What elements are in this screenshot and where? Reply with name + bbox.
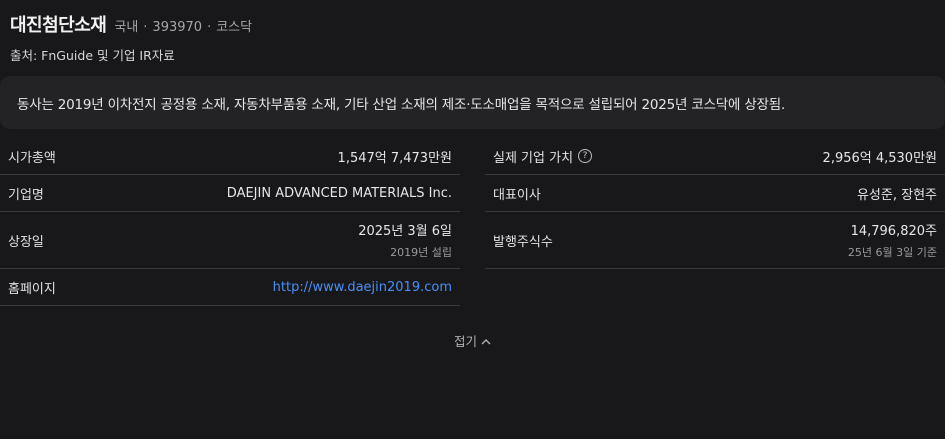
homepage-label: 홈페이지 bbox=[8, 281, 56, 297]
company-name-title: 대진첨단소재 bbox=[10, 15, 107, 36]
chevron-up-icon bbox=[481, 333, 491, 348]
enterprise-value-label-group: 실제 기업 가치 ? bbox=[493, 147, 593, 166]
company-info-panel: 대진첨단소재 국내 · 393970 · 코스닥 출처: FnGuide 및 기업 IR… bbox=[0, 0, 945, 439]
company-header: 대진첨단소재 국내 · 393970 · 코스닥 출처: FnGuide 및 기업 IR… bbox=[10, 11, 252, 64]
shares-value-group: 14,796,820주 25년 6월 3일 기준 bbox=[848, 220, 937, 260]
collapse-button[interactable]: 접기 bbox=[454, 331, 491, 350]
founded-year: 2019년 설립 bbox=[390, 246, 452, 259]
exchange-label: 코스닥 bbox=[216, 20, 253, 35]
market-cap-value: 1,547억 7,473만원 bbox=[337, 150, 452, 166]
separator-dot: · bbox=[143, 20, 148, 35]
question-circle-icon[interactable]: ? bbox=[578, 149, 593, 163]
ceo-label: 대표이사 bbox=[493, 187, 541, 203]
company-description: 동사는 2019년 이차전지 공정용 소재, 자동차부품용 소재, 기타 산업 … bbox=[17, 96, 786, 113]
shares-date-note: 25년 6월 3일 기준 bbox=[847, 246, 937, 259]
shares-label: 발행주식수 bbox=[493, 234, 553, 250]
info-column-left: 시가총액 1,547억 7,473만원 기업명 DAEJIN ADVANCED … bbox=[0, 138, 460, 306]
ceo-value: 유성준, 장현주 bbox=[856, 187, 937, 203]
market-cap-label: 시가총액 bbox=[8, 150, 56, 166]
listing-date-value: 2025년 3월 6일 bbox=[358, 224, 452, 239]
enterprise-value-value: 2,956억 4,530만원 bbox=[822, 150, 937, 166]
row-enterprise-value: 실제 기업 가치 ? 2,956억 4,530만원 bbox=[485, 138, 945, 175]
shares-value: 14,796,820주 bbox=[850, 224, 937, 239]
market-label: 국내 bbox=[114, 20, 139, 35]
listing-date-label: 상장일 bbox=[8, 234, 44, 250]
listing-date-value-group: 2025년 3월 6일 2019년 설립 bbox=[358, 220, 452, 260]
description-card: 동사는 2019년 이차전지 공정용 소재, 자동차부품용 소재, 기타 산업 … bbox=[0, 76, 945, 129]
info-column-right: 실제 기업 가치 ? 2,956억 4,530만원 대표이사 유성준, 장현주 … bbox=[485, 138, 945, 269]
source-text: 출처: FnGuide 및 기업 IR자료 bbox=[10, 48, 175, 63]
title-row: 대진첨단소재 국내 · 393970 · 코스닥 bbox=[10, 11, 252, 37]
row-homepage: 홈페이지 http://www.daejin2019.com bbox=[0, 269, 460, 306]
row-listing-date: 상장일 2025년 3월 6일 2019년 설립 bbox=[0, 212, 460, 269]
company-name-value: DAEJIN ADVANCED MATERIALS Inc. bbox=[226, 185, 452, 201]
company-meta: 국내 · 393970 · 코스닥 bbox=[114, 16, 252, 35]
collapse-label: 접기 bbox=[453, 334, 477, 349]
enterprise-value-label: 실제 기업 가치 bbox=[493, 150, 574, 166]
homepage-link[interactable]: http://www.daejin2019.com bbox=[273, 280, 452, 295]
row-market-cap: 시가총액 1,547억 7,473만원 bbox=[0, 138, 460, 175]
stock-code: 393970 bbox=[152, 20, 203, 35]
company-name-label: 기업명 bbox=[8, 187, 44, 203]
separator-dot: · bbox=[207, 20, 212, 35]
row-shares: 발행주식수 14,796,820주 25년 6월 3일 기준 bbox=[485, 212, 945, 269]
row-company-name: 기업명 DAEJIN ADVANCED MATERIALS Inc. bbox=[0, 175, 460, 212]
row-ceo: 대표이사 유성준, 장현주 bbox=[485, 175, 945, 212]
collapse-area: 접기 bbox=[0, 331, 945, 350]
